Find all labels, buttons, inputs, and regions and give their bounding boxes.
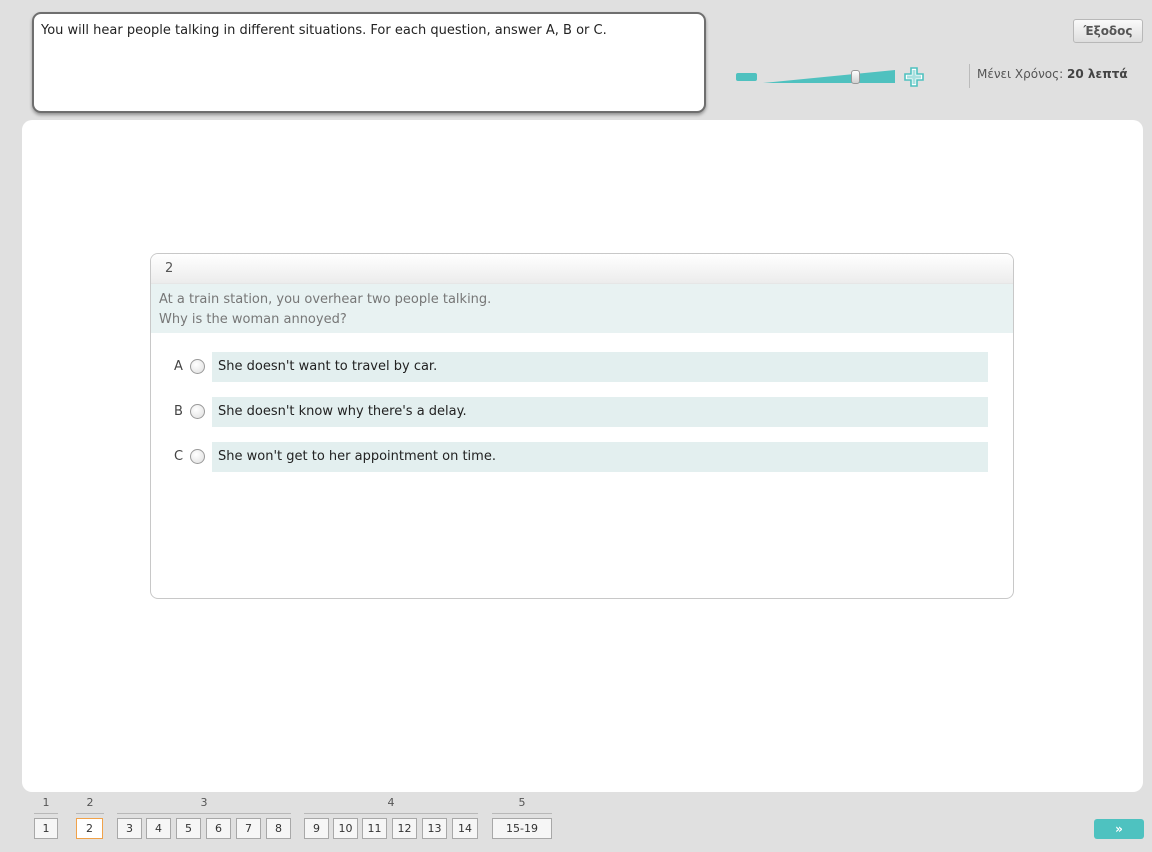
option-c-radio[interactable] (190, 449, 205, 464)
option-b-radio[interactable] (190, 404, 205, 419)
question-button-13[interactable]: 13 (422, 818, 447, 839)
group-divider (76, 813, 104, 814)
question-button-8[interactable]: 8 (266, 818, 291, 839)
question-button-2[interactable]: 2 (76, 818, 103, 839)
zoom-in-icon[interactable] (904, 66, 924, 88)
zoom-slider[interactable] (763, 69, 895, 85)
question-button-15-19[interactable]: 15-19 (492, 818, 552, 839)
question-button-9[interactable]: 9 (304, 818, 329, 839)
question-button-1[interactable]: 1 (34, 818, 58, 839)
question-number: 2 (151, 254, 1013, 284)
group-label-3: 3 (200, 796, 208, 809)
time-remaining: Μένει Χρόνος: 20 λεπτά (977, 67, 1128, 81)
question-button-3[interactable]: 3 (117, 818, 142, 839)
option-a-radio[interactable] (190, 359, 205, 374)
zoom-slider-track (763, 70, 895, 83)
question-button-6[interactable]: 6 (206, 818, 231, 839)
option-letter: B (174, 404, 183, 419)
instruction-text: You will hear people talking in differen… (41, 23, 607, 38)
question-button-5[interactable]: 5 (176, 818, 201, 839)
question-prompt: At a train station, you overhear two peo… (151, 284, 1013, 333)
group-label-5: 5 (518, 796, 526, 809)
zoom-slider-handle[interactable] (851, 70, 860, 84)
option-b-text[interactable]: She doesn't know why there's a delay. (212, 397, 988, 427)
next-button[interactable]: » (1094, 819, 1144, 839)
instruction-box: You will hear people talking in differen… (32, 12, 706, 113)
question-panel: 2 At a train station, you overhear two p… (22, 120, 1143, 792)
option-c-text[interactable]: She won't get to her appointment on time… (212, 442, 988, 472)
group-divider (492, 813, 552, 814)
group-divider (117, 813, 291, 814)
question-button-7[interactable]: 7 (236, 818, 261, 839)
group-label-1: 1 (42, 796, 50, 809)
question-button-12[interactable]: 12 (392, 818, 417, 839)
timer-value: 20 λεπτά (1067, 67, 1128, 81)
group-label-2: 2 (86, 796, 94, 809)
question-button-14[interactable]: 14 (452, 818, 478, 839)
zoom-control (736, 66, 926, 88)
prompt-question: Why is the woman annoyed? (159, 312, 347, 327)
question-card: 2 At a train station, you overhear two p… (150, 253, 1014, 599)
option-letter: A (174, 359, 183, 374)
exit-button[interactable]: Έξοδος (1073, 19, 1143, 43)
group-divider (304, 813, 478, 814)
question-button-4[interactable]: 4 (146, 818, 171, 839)
question-button-10[interactable]: 10 (333, 818, 358, 839)
header-divider (969, 64, 970, 88)
group-label-4: 4 (387, 796, 395, 809)
timer-label: Μένει Χρόνος: (977, 67, 1064, 81)
option-letter: C (174, 449, 184, 464)
prompt-context: At a train station, you overhear two peo… (159, 292, 492, 307)
question-navigation: 1 2 3 4 5 1 2 3 4 5 6 7 8 9 10 11 12 13 … (0, 794, 1152, 852)
group-divider (34, 813, 58, 814)
question-button-11[interactable]: 11 (362, 818, 387, 839)
option-a-text[interactable]: She doesn't want to travel by car. (212, 352, 988, 382)
zoom-out-icon[interactable] (736, 73, 757, 81)
